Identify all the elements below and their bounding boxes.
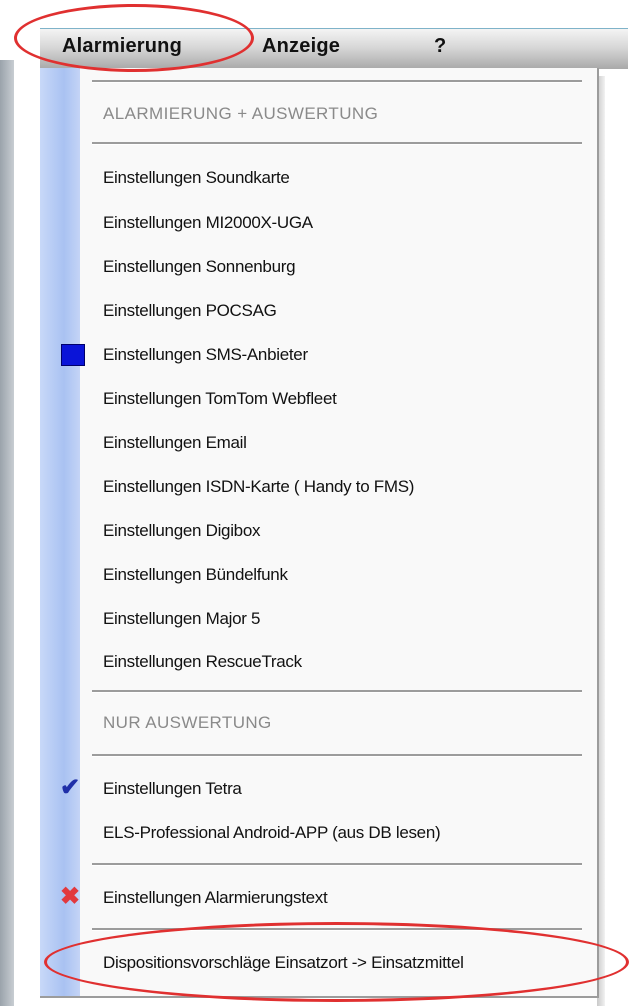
menu-item-tomtom-webfleet[interactable]: Einstellungen TomTom Webfleet (103, 389, 337, 409)
highlight-circle-dispositionsvorschlaege (44, 922, 629, 1002)
highlight-circle-alarmierung (14, 4, 254, 72)
menu-item-email[interactable]: Einstellungen Email (103, 433, 247, 453)
menu-icon-gutter (40, 68, 80, 996)
menu-separator (92, 754, 582, 757)
menu-separator (92, 863, 582, 866)
dropdown-menu: ALARMIERUNG + AUSWERTUNG Einstellungen S… (40, 68, 599, 998)
section-header-alarmierung-auswertung: ALARMIERUNG + AUSWERTUNG (103, 104, 379, 123)
menu-item-sms-anbieter[interactable]: Einstellungen SMS-Anbieter (103, 345, 308, 365)
menu-item-isdn-karte[interactable]: Einstellungen ISDN-Karte ( Handy to FMS) (103, 477, 414, 497)
menu-item-alarmierungstext[interactable]: Einstellungen Alarmierungstext (103, 888, 328, 908)
menu-item-tetra[interactable]: Einstellungen Tetra (103, 779, 242, 799)
menu-item-sonnenburg[interactable]: Einstellungen Sonnenburg (103, 257, 296, 277)
background-window-edge (0, 60, 14, 1006)
menu-item-digibox[interactable]: Einstellungen Digibox (103, 521, 261, 541)
menu-item-soundkarte[interactable]: Einstellungen Soundkarte (103, 168, 290, 188)
menu-separator (92, 142, 582, 145)
menu-item-mi2000x-uga[interactable]: Einstellungen MI2000X-UGA (103, 213, 313, 233)
menu-item-rescuetrack[interactable]: Einstellungen RescueTrack (103, 652, 302, 672)
menu-help[interactable]: ? (434, 35, 446, 58)
menu-item-buendelfunk[interactable]: Einstellungen Bündelfunk (103, 565, 288, 585)
menu-item-pocsag[interactable]: Einstellungen POCSAG (103, 301, 277, 321)
checkmark-icon: ✔ (60, 774, 81, 801)
menu-separator (92, 690, 582, 693)
menu-separator (92, 80, 582, 83)
menu-item-els-professional-android-app[interactable]: ELS-Professional Android-APP (aus DB les… (103, 823, 441, 843)
red-x-icon: ✖ (60, 883, 81, 910)
section-header-nur-auswertung: NUR AUSWERTUNG (103, 713, 272, 732)
blue-square-icon (61, 344, 85, 366)
menu-item-major-5[interactable]: Einstellungen Major 5 (103, 609, 260, 629)
menu-anzeige[interactable]: Anzeige (262, 35, 340, 58)
